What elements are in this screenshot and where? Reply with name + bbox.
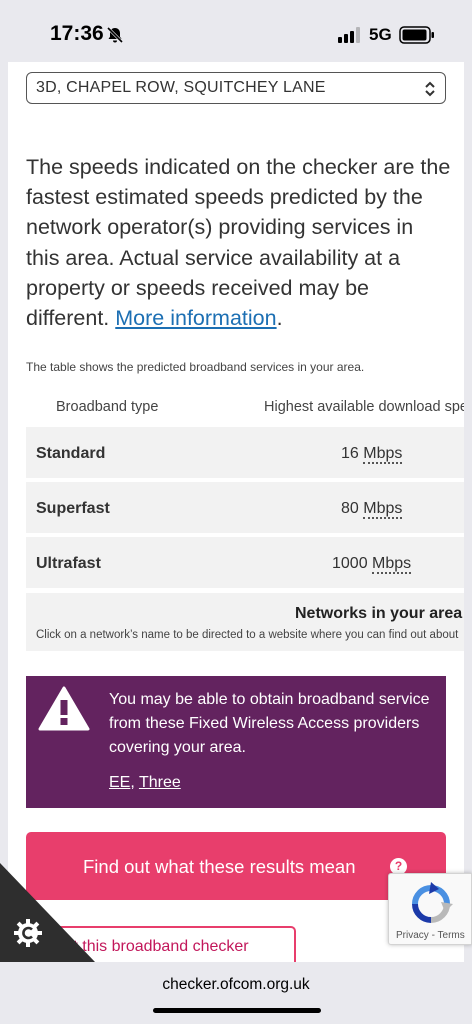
- networks-instructions: Click on a network’s name to be directed…: [36, 629, 459, 641]
- signal-icon: [338, 27, 360, 43]
- header-download-speed: Highest available download speed: [264, 399, 464, 415]
- recaptcha-links: Privacy - Terms: [396, 930, 465, 941]
- fwa-provider-links: EE, Three: [109, 774, 181, 792]
- more-information-link[interactable]: More information: [115, 306, 276, 330]
- fwa-notice-text: You may be able to obtain broadband serv…: [109, 691, 430, 756]
- battery-icon: [399, 26, 434, 44]
- network-type: 5G: [369, 25, 392, 44]
- row-speed-unit[interactable]: Mbps: [372, 555, 412, 574]
- recaptcha-badge[interactable]: Privacy - Terms: [388, 873, 472, 945]
- provider-link-ee[interactable]: EE: [109, 774, 130, 791]
- networks-title: Networks in your area: [295, 605, 463, 622]
- networks-section: Networks in your area Click on a network…: [26, 593, 464, 651]
- row-speed-value: 80: [341, 500, 359, 517]
- recaptcha-logo-icon: [412, 882, 453, 923]
- recaptcha-separator: -: [428, 930, 438, 941]
- table-row: Superfast 80 Mbps: [26, 482, 464, 535]
- recaptcha-terms-link[interactable]: Terms: [438, 930, 465, 941]
- row-speed-unit[interactable]: Mbps: [363, 445, 403, 464]
- web-page: 3D, CHAPEL ROW, SQUITCHEY LANE The speed…: [8, 62, 464, 962]
- status-bar: 17:36 5G: [0, 0, 472, 62]
- provider-link-three[interactable]: Three: [139, 774, 181, 791]
- address-select-value: 3D, CHAPEL ROW, SQUITCHEY LANE: [36, 79, 326, 96]
- provider-separator: ,: [130, 774, 139, 791]
- url-text[interactable]: checker.ofcom.org.uk: [0, 976, 472, 994]
- bell-off-icon: [106, 26, 124, 44]
- fwa-notice: You may be able to obtain broadband serv…: [26, 676, 446, 808]
- speed-disclaimer-text: The speeds indicated on the checker are …: [26, 155, 451, 331]
- browser-address-bar[interactable]: checker.ofcom.org.uk: [0, 962, 472, 1024]
- row-speed: 80 Mbps: [341, 500, 403, 519]
- select-arrows-icon: [425, 81, 435, 97]
- recaptcha-privacy-link[interactable]: Privacy: [396, 930, 429, 941]
- row-speed: 16 Mbps: [341, 445, 403, 464]
- row-speed-unit[interactable]: Mbps: [363, 500, 403, 519]
- row-speed: 1000 Mbps: [332, 555, 412, 574]
- results-meaning-label: Find out what these results mean: [83, 856, 356, 877]
- row-type: Superfast: [36, 500, 110, 517]
- warning-icon: [38, 686, 90, 731]
- table-caption: The table shows the predicted broadband …: [26, 360, 365, 374]
- table-row: Ultrafast 1000 Mbps: [26, 537, 464, 590]
- status-time: 17:36: [50, 22, 104, 45]
- address-select[interactable]: 3D, CHAPEL ROW, SQUITCHEY LANE: [26, 72, 446, 104]
- header-broadband-type: Broadband type: [56, 399, 159, 415]
- speed-disclaimer-trailing: .: [276, 306, 283, 331]
- home-indicator: [153, 1008, 321, 1013]
- table-row: Standard 16 Mbps: [26, 427, 464, 480]
- row-speed-value: 16: [341, 445, 359, 462]
- row-speed-value: 1000: [332, 555, 368, 572]
- cookie-gear-icon[interactable]: [13, 918, 43, 948]
- row-type: Ultrafast: [36, 555, 101, 572]
- row-type: Standard: [36, 445, 106, 462]
- speed-disclaimer: The speeds indicated on the checker are …: [26, 152, 451, 333]
